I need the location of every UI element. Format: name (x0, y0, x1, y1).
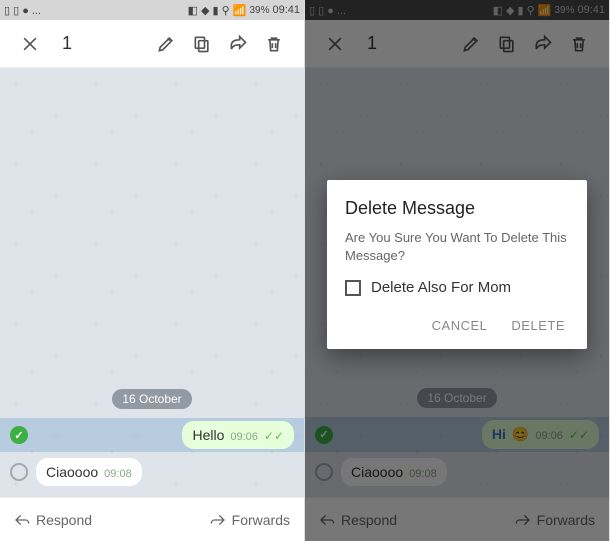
message-text: Hello (192, 427, 224, 443)
statusbar-right-icons: ◧ ◆ ▮ ⚲ 📶 (188, 4, 247, 17)
delete-button[interactable] (256, 26, 292, 62)
selection-check-on-icon[interactable] (10, 426, 28, 444)
selection-check-off-icon[interactable] (10, 463, 28, 481)
delete-message-dialog: Delete Message Are You Sure You Want To … (327, 180, 587, 349)
message-text: Ciaoooo (46, 464, 98, 480)
forward-button[interactable] (220, 26, 256, 62)
dialog-delete-button[interactable]: DELETE (507, 312, 569, 339)
forwards-button[interactable]: Forwards (210, 512, 290, 528)
respond-button[interactable]: Respond (14, 512, 92, 528)
checkbox-icon[interactable] (345, 280, 361, 296)
respond-label: Respond (36, 512, 92, 528)
battery-percent: 39% (249, 5, 269, 16)
copy-button[interactable] (184, 26, 220, 62)
delete-also-for-checkbox[interactable]: Delete Also For Mom (345, 279, 569, 296)
message-row-outgoing-selected[interactable]: Hello 09:06 ✓✓ (0, 418, 304, 452)
date-chip: 16 October (112, 389, 191, 409)
checkbox-label: Delete Also For Mom (371, 279, 511, 296)
status-bar: ▯ ▯ ● ... ◧ ◆ ▮ ⚲ 📶 39% 09:41 (0, 0, 304, 20)
forwards-label: Forwards (232, 512, 290, 528)
dialog-title: Delete Message (345, 198, 569, 219)
message-time: 09:06 (230, 431, 258, 443)
edit-button[interactable] (148, 26, 184, 62)
dialog-cancel-button[interactable]: CANCEL (428, 312, 492, 339)
close-selection-button[interactable] (12, 26, 48, 62)
left-screenshot: ▯ ▯ ● ... ◧ ◆ ▮ ⚲ 📶 39% 09:41 1 16 Octob… (0, 0, 305, 541)
selection-action-bar: 1 (0, 20, 304, 68)
message-row-incoming[interactable]: Ciaoooo 09:08 (10, 458, 294, 486)
message-time: 09:08 (104, 468, 132, 480)
right-screenshot: ▯ ▯ ● ... ◧ ◆ ▮ ⚲ 📶 39% 09:41 1 16 Octob… (305, 0, 610, 541)
selection-count: 1 (62, 33, 72, 54)
statusbar-left-icons: ▯ ▯ ● ... (4, 4, 41, 17)
dialog-body: Are You Sure You Want To Delete This Mes… (345, 229, 569, 265)
clock: 09:41 (272, 4, 300, 16)
message-bubble-incoming[interactable]: Ciaoooo 09:08 (36, 458, 142, 486)
bottom-bar: Respond Forwards (0, 497, 304, 541)
read-checks-icon: ✓✓ (264, 429, 284, 443)
chat-area: 16 October Hello 09:06 ✓✓ Ciaoooo 09:08 (0, 68, 304, 497)
message-bubble-outgoing[interactable]: Hello 09:06 ✓✓ (182, 421, 294, 449)
